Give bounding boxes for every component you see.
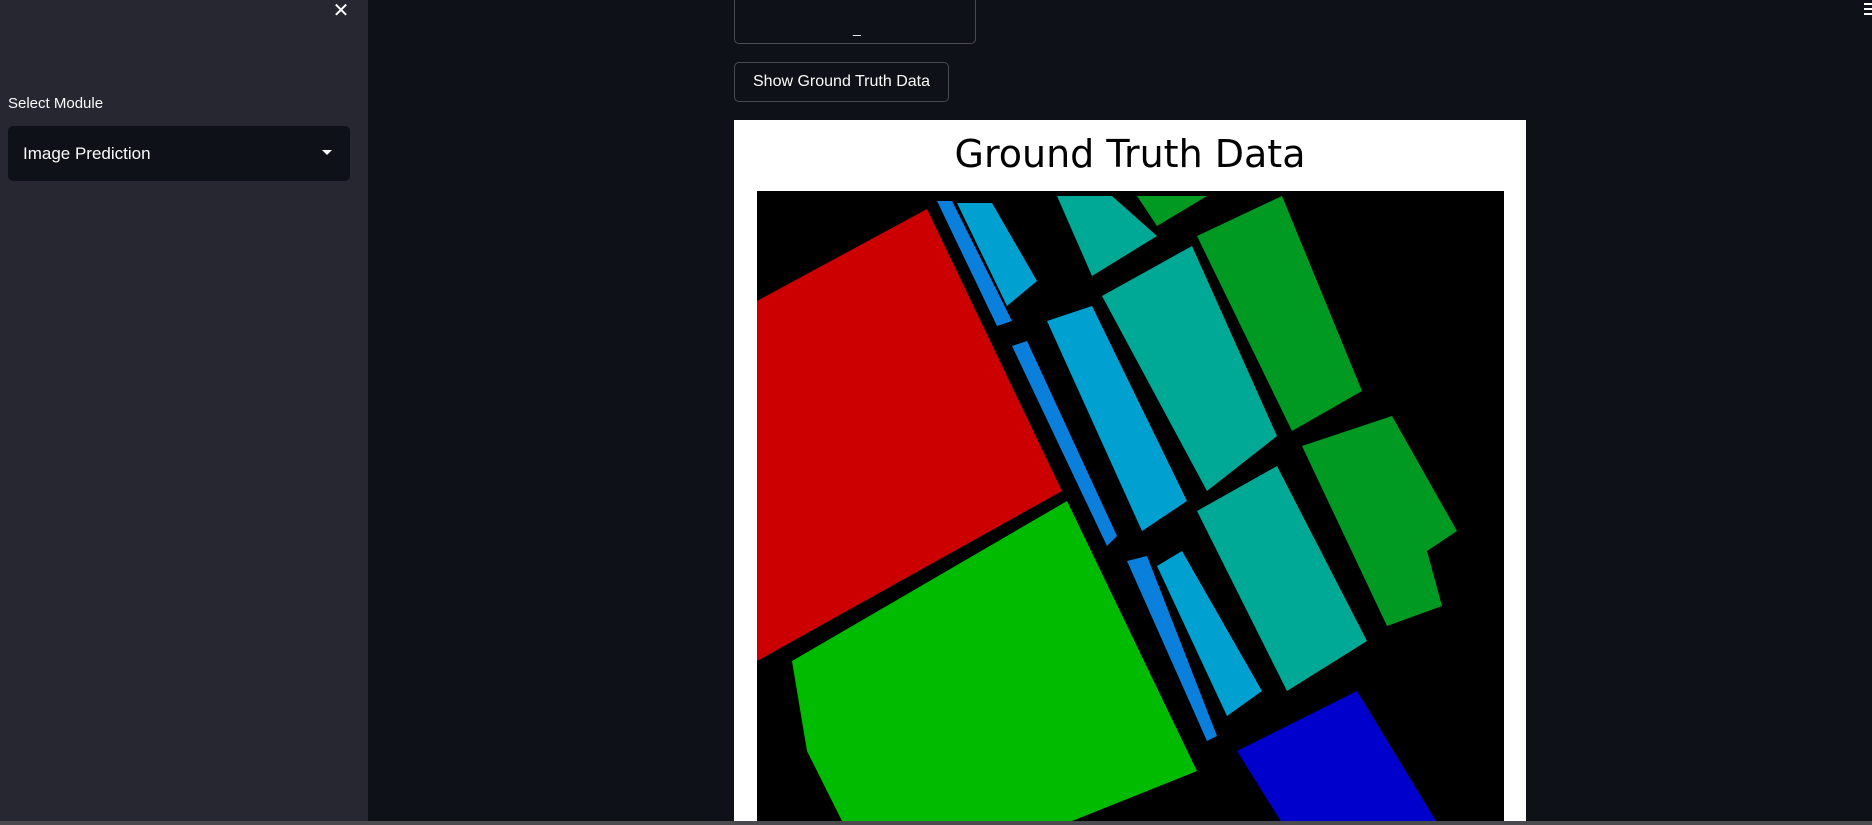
bottom-scrollbar[interactable] [0, 821, 1872, 825]
partially-hidden-button-label: _ [853, 20, 863, 36]
app-root: ✕ Select Module Image Prediction _ Show … [0, 0, 1872, 825]
hamburger-menu-icon[interactable] [1864, 0, 1872, 15]
main-content: _ Show Ground Truth Data Ground Truth Da… [368, 0, 1872, 825]
select-module-label: Select Module [8, 95, 104, 112]
ground-truth-figure: Ground Truth Data [734, 120, 1526, 825]
show-ground-truth-button[interactable]: Show Ground Truth Data [734, 62, 949, 102]
close-sidebar-button[interactable]: ✕ [326, 0, 356, 22]
module-select-value: Image Prediction [23, 144, 151, 163]
figure-title: Ground Truth Data [954, 132, 1306, 176]
sidebar: ✕ Select Module Image Prediction [0, 0, 368, 825]
close-icon: ✕ [332, 0, 350, 22]
module-select[interactable]: Image Prediction [8, 126, 350, 181]
chevron-down-icon [322, 150, 332, 155]
partially-hidden-button[interactable]: _ [734, 0, 976, 44]
ground-truth-image [757, 191, 1504, 825]
